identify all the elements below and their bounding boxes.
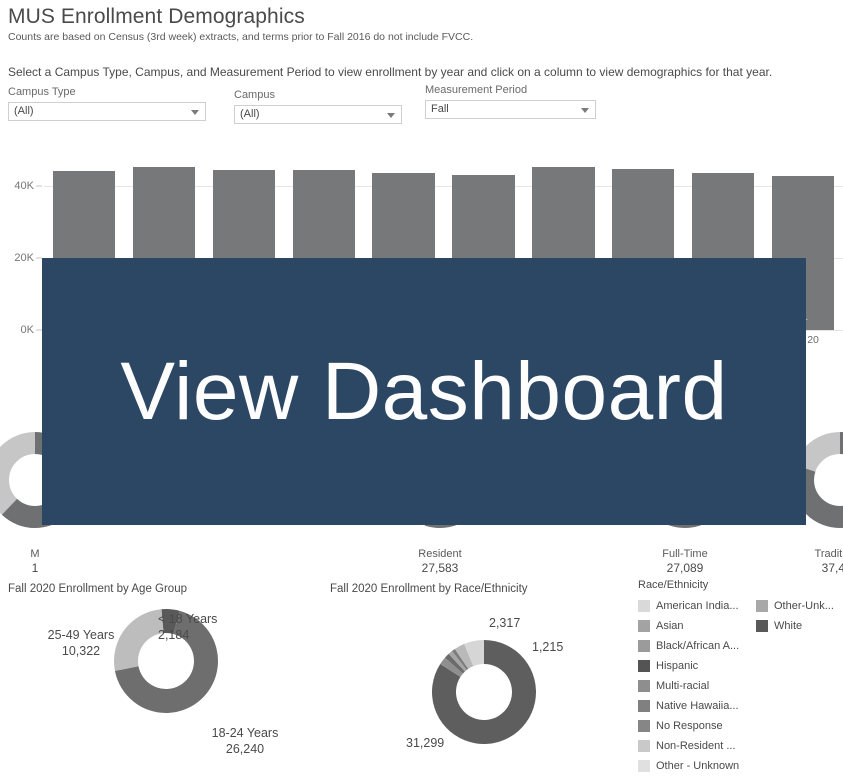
kpi-value: 1 [31,561,39,575]
filter-campus-type: Campus Type (All) [8,86,206,121]
legend-item[interactable]: No Response [638,716,756,736]
chevron-down-icon [581,107,589,113]
page-title: MUS Enrollment Demographics [8,5,305,28]
legend-color-swatch [638,680,650,692]
race-ethnicity-legend: Race/Ethnicity American India... Asian Bla… [638,578,843,776]
legend-item-label: No Response [656,720,723,732]
age-callout-2549: 25-49 Years 10,322 [26,627,136,659]
legend-item[interactable]: Black/African A... [638,636,756,656]
view-dashboard-label: View Dashboard [120,345,728,437]
y-axis-tick: 40K [14,180,34,192]
legend-color-swatch [756,600,768,612]
kpi-label: Traditional [814,548,843,560]
filter-campus-type-label: Campus Type [8,86,76,98]
legend-item-label: Non-Resident ... [656,740,736,752]
instruction-text: Select a Campus Type, Campus, and Measur… [8,65,773,79]
legend-color-swatch [638,600,650,612]
age-group-chart-title: Fall 2020 Enrollment by Age Group [8,583,187,595]
race-callout-top: 2,317 [489,616,521,630]
age-callout-1824-label: 18-24 Years [211,726,279,740]
campus-type-dropdown[interactable]: (All) [8,102,206,121]
legend-item[interactable]: Other-Unk... [756,596,834,616]
age-callout-1824-value: 26,240 [225,742,265,756]
legend-color-swatch [638,740,650,752]
age-callout-2549-label: 25-49 Years [47,628,115,642]
age-callout-under18-label: < 18 Years [158,612,218,626]
legend-item-label: Other - Unknown [656,760,740,772]
legend-item[interactable]: American India... [638,596,756,616]
y-axis-tick: 0K [20,324,34,336]
legend-item[interactable]: Native Hawaiia... [638,696,756,716]
legend-column-2: Other-Unk... White [756,596,834,776]
race-callout-main: 31,299 [406,736,445,750]
legend-item-label: Hispanic [656,660,699,672]
legend-color-swatch [638,620,650,632]
legend-item[interactable]: Other - Unknown [638,756,756,776]
view-dashboard-overlay-button[interactable]: View Dashboard [42,258,806,525]
legend-item-label: Multi-racial [656,680,710,692]
legend-item-label: Other-Unk... [774,600,834,612]
kpi-label: Resident [418,548,462,560]
y-axis-tick-mark [36,185,42,187]
kpi-label: M [30,548,40,560]
bar-chart-y-axis: 0K 20K 40K [0,150,44,336]
campus-type-value: (All) [14,105,34,117]
legend-column-1: American India... Asian Black/African A...… [638,596,756,776]
kpi-value: 27,583 [421,561,459,575]
filter-measurement-period: Measurement Period Fall [425,84,596,119]
legend-item-label: White [774,620,803,632]
chevron-down-icon [191,109,199,115]
legend-color-swatch [638,640,650,652]
legend-color-swatch [756,620,768,632]
page-subtitle: Counts are based on Census (3rd week) ex… [8,31,474,43]
race-ethnicity-donut-svg [432,640,536,744]
page-header: MUS Enrollment Demographics Counts are b… [0,0,843,44]
legend-item-label: Black/African A... [656,640,740,652]
chevron-down-icon [387,112,395,118]
measurement-period-dropdown[interactable]: Fall [425,100,596,119]
filter-measurement-period-label: Measurement Period [425,84,528,96]
age-callout-2549-value: 10,322 [61,644,101,658]
legend-item[interactable]: Hispanic [638,656,756,676]
legend-item-label: American India... [656,600,739,612]
campus-dropdown[interactable]: (All) [234,105,402,124]
legend-color-swatch [638,700,650,712]
legend-color-swatch [638,720,650,732]
measurement-period-value: Fall [431,103,449,115]
age-callout-under18-value: 2,184 [158,628,190,642]
campus-value: (All) [240,108,260,120]
legend-item[interactable]: Asian [638,616,756,636]
legend-title: Race/Ethnicity [638,579,709,591]
legend-color-swatch [638,760,650,772]
kpi-value: 37,424 [821,561,843,575]
age-callout-1824: 18-24 Years 26,240 [190,725,300,757]
legend-color-swatch [638,660,650,672]
race-ethnicity-chart-title: Fall 2020 Enrollment by Race/Ethnicity [330,583,528,595]
legend-item[interactable]: Non-Resident ... [638,736,756,756]
filter-campus: Campus (All) [234,89,402,124]
y-axis-tick: 20K [14,252,34,264]
legend-item[interactable]: Multi-racial [638,676,756,696]
race-ethnicity-donut[interactable] [430,638,538,746]
race-callout-right: 1,215 [532,640,564,654]
legend-item[interactable]: White [756,616,834,636]
legend-item-label: Native Hawaiia... [656,700,739,712]
filter-campus-label: Campus [234,89,275,101]
legend-item-label: Asian [656,620,684,632]
age-callout-under18: < 18 Years 2,184 [158,611,217,643]
